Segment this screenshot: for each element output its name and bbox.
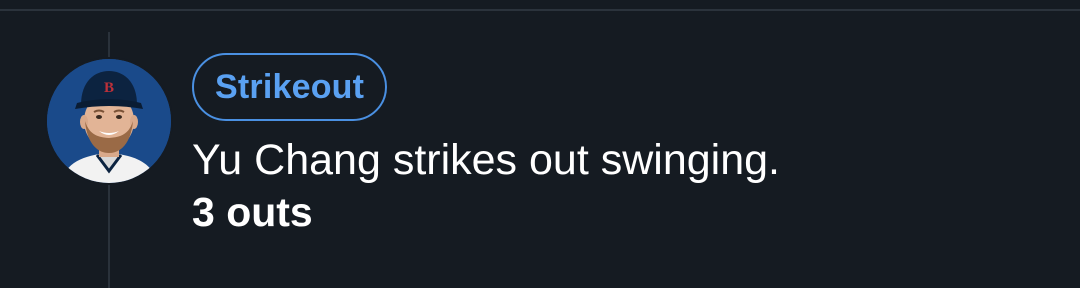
play-type-badge: Strikeout bbox=[192, 53, 388, 121]
player-avatar[interactable]: B bbox=[47, 59, 171, 183]
play-description: Yu Chang strikes out swinging. bbox=[192, 136, 780, 184]
play-event-content: Strikeout Yu Chang strikes out swinging.… bbox=[192, 53, 1052, 237]
outs-count: 3 outs bbox=[192, 189, 313, 235]
top-divider bbox=[0, 9, 1080, 11]
cap-logo: B bbox=[104, 80, 114, 96]
player-headshot-icon: B bbox=[47, 59, 171, 183]
